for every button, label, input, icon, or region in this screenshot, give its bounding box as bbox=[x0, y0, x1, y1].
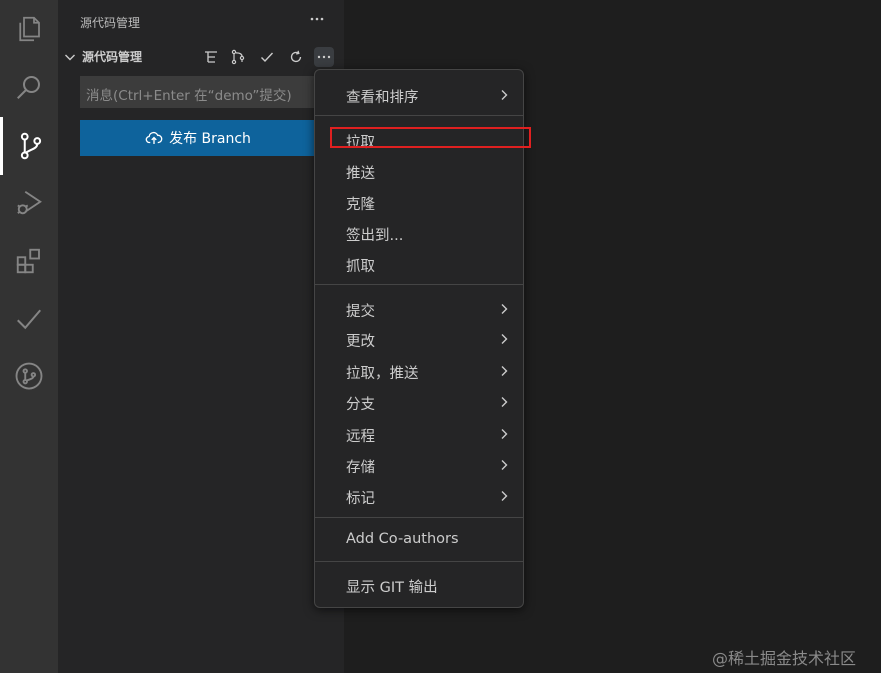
menu-item-checkout-to[interactable]: 签出到... bbox=[315, 219, 523, 247]
extensions-icon[interactable] bbox=[0, 232, 58, 290]
menu-item-stash[interactable]: 存储 bbox=[315, 451, 523, 479]
menu-item-label: 抓取 bbox=[346, 259, 375, 275]
git-graph-icon[interactable] bbox=[0, 347, 58, 405]
menu-item-label: 显示 GIT 输出 bbox=[346, 580, 438, 596]
menu-item-label: 标记 bbox=[346, 491, 375, 507]
menu-item-label: 远程 bbox=[346, 429, 375, 445]
menu-item-clone[interactable]: 克隆 bbox=[315, 188, 523, 216]
explorer-icon[interactable] bbox=[0, 0, 58, 58]
menu-item-commit[interactable]: 提交 bbox=[315, 295, 523, 323]
menu-item-label: 推送 bbox=[346, 166, 375, 182]
more-actions-menu: 查看和排序 拉取 推送 克隆 签出到... 抓取 提交 更改 拉取，推送 分支 远程 存储 标记 Add … bbox=[314, 69, 524, 608]
chevron-right-icon bbox=[501, 429, 508, 439]
refresh-icon[interactable] bbox=[286, 47, 306, 67]
sidebar-title: 源代码管理 bbox=[80, 16, 141, 30]
menu-item-show-git-output[interactable]: 显示 GIT 输出 bbox=[315, 571, 523, 599]
watermark: @稀土掘金技术社区 bbox=[712, 649, 857, 668]
menu-item-tags[interactable]: 标记 bbox=[315, 482, 523, 510]
testing-icon[interactable] bbox=[0, 290, 58, 348]
source-control-sidebar: 源代码管理 源代码管理 消息(Ctrl+Enter 在“demo”提交) 发布 … bbox=[58, 0, 344, 673]
run-debug-icon[interactable] bbox=[0, 174, 58, 232]
tree-view-icon[interactable] bbox=[201, 47, 221, 67]
chevron-right-icon bbox=[501, 460, 508, 470]
menu-item-label: 分支 bbox=[346, 397, 375, 413]
menu-separator bbox=[315, 284, 523, 285]
source-control-section-header[interactable]: 源代码管理 bbox=[58, 44, 344, 70]
branch-compare-icon[interactable] bbox=[228, 47, 248, 67]
menu-item-label: 存储 bbox=[346, 460, 375, 476]
menu-item-label: 拉取，推送 bbox=[346, 366, 419, 382]
commit-check-icon[interactable] bbox=[257, 47, 277, 67]
chevron-right-icon bbox=[501, 366, 508, 376]
menu-item-label: 克隆 bbox=[346, 197, 375, 213]
menu-item-remote[interactable]: 远程 bbox=[315, 420, 523, 448]
menu-item-label: 查看和排序 bbox=[346, 90, 419, 106]
menu-item-label: 更改 bbox=[346, 334, 375, 350]
menu-item-label: Add Co-authors bbox=[346, 531, 459, 547]
chevron-right-icon bbox=[501, 397, 508, 407]
chevron-right-icon bbox=[501, 491, 508, 501]
source-control-icon[interactable] bbox=[0, 117, 58, 175]
section-title: 源代码管理 bbox=[82, 50, 143, 64]
menu-item-pull-push[interactable]: 拉取，推送 bbox=[315, 357, 523, 385]
publish-button-label: 发布 Branch bbox=[169, 131, 251, 147]
publish-branch-button[interactable]: 发布 Branch bbox=[80, 120, 316, 156]
menu-separator bbox=[315, 517, 523, 518]
chevron-right-icon bbox=[501, 304, 508, 314]
menu-separator bbox=[315, 115, 523, 116]
search-icon[interactable] bbox=[0, 58, 58, 116]
menu-separator bbox=[315, 561, 523, 562]
activity-bar bbox=[0, 0, 58, 673]
chevron-right-icon bbox=[501, 90, 508, 100]
menu-item-label: 提交 bbox=[346, 304, 375, 320]
menu-item-label: 签出到... bbox=[346, 228, 404, 244]
chevron-right-icon bbox=[501, 334, 508, 344]
commit-message-input[interactable]: 消息(Ctrl+Enter 在“demo”提交) bbox=[80, 76, 316, 108]
menu-item-branch[interactable]: 分支 bbox=[315, 388, 523, 416]
menu-item-add-co-authors[interactable]: Add Co-authors bbox=[315, 526, 523, 554]
chevron-down-icon bbox=[65, 54, 75, 61]
menu-item-fetch[interactable]: 抓取 bbox=[315, 250, 523, 278]
menu-item-changes[interactable]: 更改 bbox=[315, 325, 523, 353]
sidebar-more-icon[interactable] bbox=[306, 8, 328, 30]
menu-item-view-and-sort[interactable]: 查看和排序 bbox=[315, 81, 523, 109]
highlight-annotation bbox=[330, 127, 531, 148]
menu-item-push[interactable]: 推送 bbox=[315, 157, 523, 185]
more-actions-icon[interactable] bbox=[314, 47, 334, 67]
cloud-upload-icon bbox=[145, 131, 163, 144]
